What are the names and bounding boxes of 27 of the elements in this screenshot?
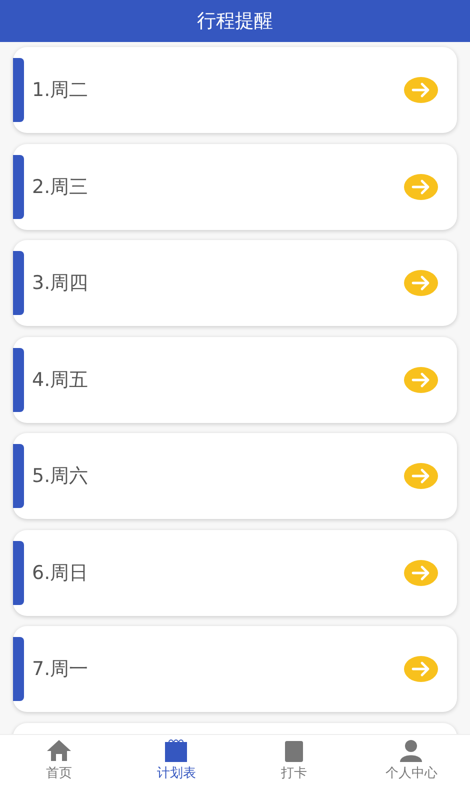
plan-card[interactable]: 1.周二 xyxy=(13,47,457,133)
accent-bar xyxy=(13,58,24,122)
plan-label: 2.周三 xyxy=(32,174,90,200)
home-icon xyxy=(44,738,73,762)
tab[interactable]: 首页 xyxy=(0,735,118,785)
plan-label: 3.周四 xyxy=(32,271,90,296)
tab[interactable]: 打卡 xyxy=(235,735,352,785)
plan-card[interactable]: 3.周四 xyxy=(13,240,457,326)
plan-card[interactable]: 6.周日 xyxy=(13,530,457,616)
plan-label: 1.周二 xyxy=(32,78,90,103)
tab[interactable]: 个人中心 xyxy=(352,735,470,785)
plan-card[interactable]: 5.周六 xyxy=(13,433,457,519)
plan-card[interactable]: 7.周一 xyxy=(13,626,457,712)
accent-bar xyxy=(13,444,24,508)
accent-bar xyxy=(13,637,24,701)
plan-label: 6.周日 xyxy=(32,560,90,586)
accent-bar xyxy=(13,348,24,412)
plan-card[interactable]: 2.周三 xyxy=(13,144,457,230)
accent-bar xyxy=(13,154,24,218)
plan-label: 4.周五 xyxy=(32,368,90,392)
page-title: 行程提醒 xyxy=(197,9,273,34)
plan-label: 5.周六 xyxy=(32,464,90,489)
accent-bar xyxy=(13,540,24,604)
plan-card[interactable]: 4.周五 xyxy=(13,336,457,422)
accent-bar xyxy=(13,251,24,315)
tab[interactable]: 计划表 xyxy=(118,735,235,785)
plan-label: 7.周一 xyxy=(32,657,90,682)
